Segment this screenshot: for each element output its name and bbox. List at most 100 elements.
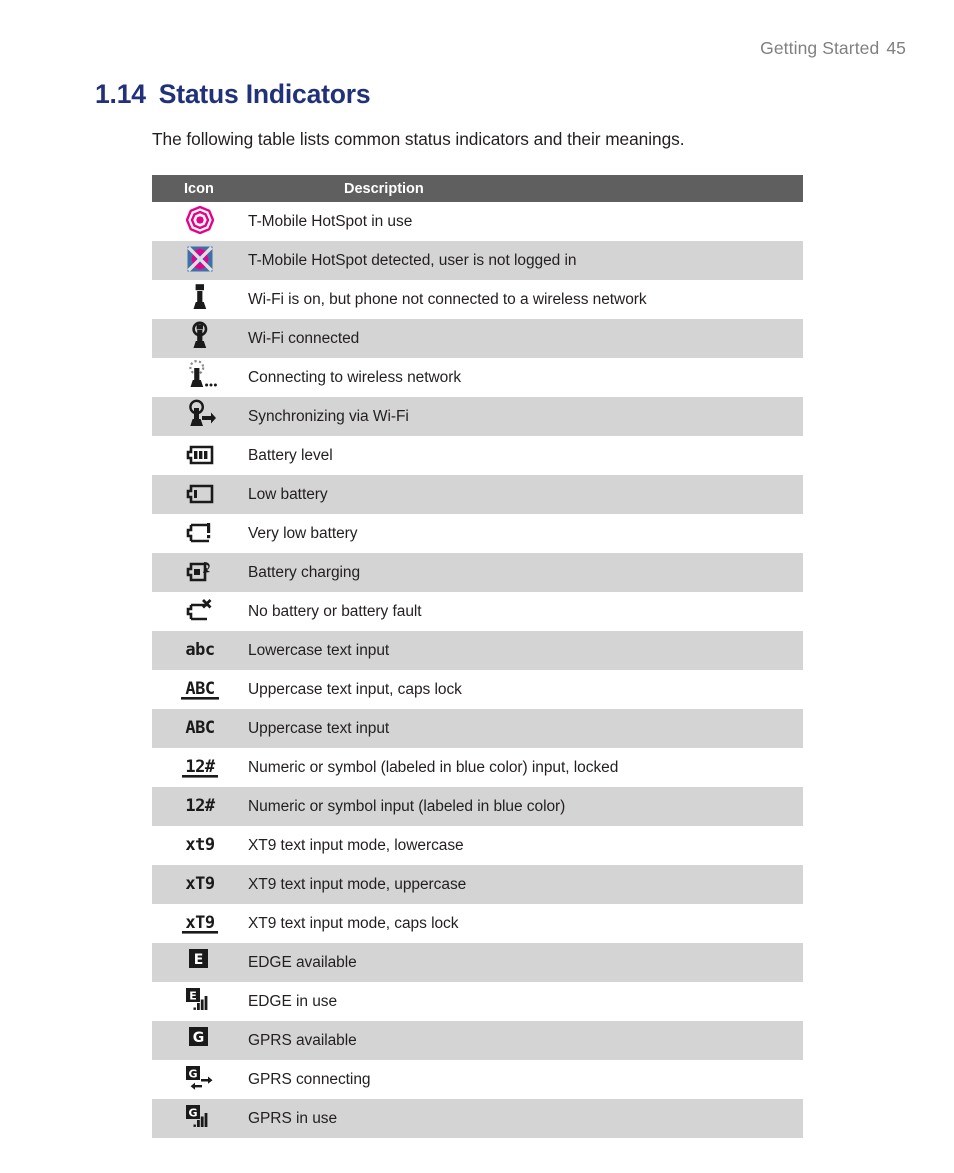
page-title: 1.14 Status Indicators	[95, 79, 371, 110]
description-cell: XT9 text input mode, caps lock	[248, 914, 459, 932]
table-row: xt9 XT9 text input mode, lowercase	[152, 826, 803, 865]
table-row: G GPRS connecting	[152, 1060, 803, 1099]
description-cell: No battery or battery fault	[248, 602, 422, 620]
table-row: Low battery	[152, 475, 803, 514]
icon-cell	[152, 592, 248, 631]
icon-cell: 12#	[152, 787, 248, 826]
icon-cell: abc	[152, 631, 248, 670]
battery-fault-icon	[178, 596, 222, 626]
icon-cell: G	[152, 1099, 248, 1138]
table-row: Connecting to wireless network	[152, 358, 803, 397]
description-cell: Very low battery	[248, 524, 358, 542]
icon-cell: 12#	[152, 748, 248, 787]
icon-cell: E	[152, 943, 248, 982]
table-row: 12# Numeric or symbol (labeled in blue co…	[152, 748, 803, 787]
svg-text:xT9: xT9	[185, 874, 214, 894]
numeric-input-locked-icon: 12#	[178, 752, 222, 782]
svg-text:ABC: ABC	[185, 679, 214, 699]
svg-text:abc: abc	[185, 640, 214, 660]
table-row: ABC Uppercase text input	[152, 709, 803, 748]
icon-cell: G	[152, 1060, 248, 1099]
table-row: Wi-Fi is on, but phone not connected to …	[152, 280, 803, 319]
table-row: No battery or battery fault	[152, 592, 803, 631]
battery-low-icon	[178, 479, 222, 509]
numeric-input-icon: 12#	[178, 791, 222, 821]
svg-text:xT9: xT9	[185, 913, 214, 933]
document-page: Getting Started 45 1.14 Status Indicators …	[0, 0, 954, 1173]
table-row: E EDGE available	[152, 943, 803, 982]
status-indicators-table: Icon Description T-Mobile HotSpot in use…	[152, 175, 803, 1138]
description-cell: GPRS connecting	[248, 1070, 371, 1088]
svg-text:G: G	[188, 1107, 197, 1120]
column-header-icon: Icon	[152, 175, 248, 202]
icon-cell	[152, 358, 248, 397]
tmobile-hotspot-detected-icon	[178, 244, 222, 274]
table-header: Icon Description	[152, 175, 803, 202]
table-row: Wi-Fi connected	[152, 319, 803, 358]
description-cell: Low battery	[248, 485, 328, 503]
running-header-title: Getting Started	[760, 38, 880, 58]
wifi-syncing-icon	[178, 399, 222, 429]
description-cell: XT9 text input mode, lowercase	[248, 836, 464, 854]
section-title-text: Status Indicators	[158, 79, 371, 109]
svg-text:xt9: xt9	[185, 835, 214, 855]
icon-cell	[152, 475, 248, 514]
description-cell: Wi-Fi connected	[248, 329, 360, 347]
table-row: abc Lowercase text input	[152, 631, 803, 670]
icon-cell: ABC	[152, 709, 248, 748]
svg-text:ABC: ABC	[185, 718, 214, 738]
edge-available-icon: E	[178, 946, 222, 976]
xt9-uppercase-icon: xT9	[178, 869, 222, 899]
description-cell: GPRS in use	[248, 1109, 338, 1127]
wifi-connecting-icon	[178, 360, 222, 390]
description-cell: Lowercase text input	[248, 641, 390, 659]
description-cell: T-Mobile HotSpot in use	[248, 212, 413, 230]
table-row: G GPRS available	[152, 1021, 803, 1060]
description-cell: Uppercase text input	[248, 719, 390, 737]
icon-cell: xT9	[152, 865, 248, 904]
table-row: Synchronizing via Wi-Fi	[152, 397, 803, 436]
table-row: G GPRS in use	[152, 1099, 803, 1138]
description-cell: GPRS available	[248, 1031, 357, 1049]
icon-cell: xT9	[152, 904, 248, 943]
battery-charging-icon	[178, 557, 222, 587]
icon-cell	[152, 319, 248, 358]
section-number: 1.14	[95, 79, 146, 109]
icon-cell: xt9	[152, 826, 248, 865]
icon-cell	[152, 241, 248, 280]
table-row: T-Mobile HotSpot detected, user is not l…	[152, 241, 803, 280]
edge-in-use-icon: E	[178, 985, 222, 1015]
battery-very-low-icon	[178, 518, 222, 548]
intro-paragraph: The following table lists common status …	[152, 129, 685, 149]
table-header-row: Icon Description	[152, 175, 803, 202]
running-header: Getting Started 45	[760, 38, 906, 59]
text-input-uppercase-icon: ABC	[178, 713, 222, 743]
icon-cell: E	[152, 982, 248, 1021]
xt9-lowercase-icon: xt9	[178, 830, 222, 860]
icon-cell: G	[152, 1021, 248, 1060]
table-row: 12# Numeric or symbol input (labeled in b…	[152, 787, 803, 826]
svg-text:12#: 12#	[185, 757, 215, 777]
description-cell: Connecting to wireless network	[248, 368, 462, 386]
wifi-connected-icon	[178, 321, 222, 351]
description-cell: Battery charging	[248, 563, 361, 581]
page-number: 45	[886, 38, 906, 58]
icon-cell	[152, 553, 248, 592]
icon-cell	[152, 514, 248, 553]
description-cell: Battery level	[248, 446, 333, 464]
gprs-in-use-icon: G	[178, 1102, 222, 1132]
table-row: Battery charging	[152, 553, 803, 592]
description-cell: Uppercase text input, caps lock	[248, 680, 462, 698]
table-row: Battery level	[152, 436, 803, 475]
column-header-description: Description	[248, 175, 803, 202]
text-input-caps-lock-icon: ABC	[178, 674, 222, 704]
table-row: ABC Uppercase text input, caps lock	[152, 670, 803, 709]
table-row: xT9 XT9 text input mode, uppercase	[152, 865, 803, 904]
gprs-available-icon: G	[178, 1024, 222, 1054]
description-cell: T-Mobile HotSpot detected, user is not l…	[248, 251, 577, 269]
description-cell: EDGE available	[248, 953, 357, 971]
svg-text:G: G	[188, 1068, 197, 1081]
description-cell: EDGE in use	[248, 992, 338, 1010]
text-input-lowercase-icon: abc	[178, 635, 222, 665]
icon-cell	[152, 280, 248, 319]
